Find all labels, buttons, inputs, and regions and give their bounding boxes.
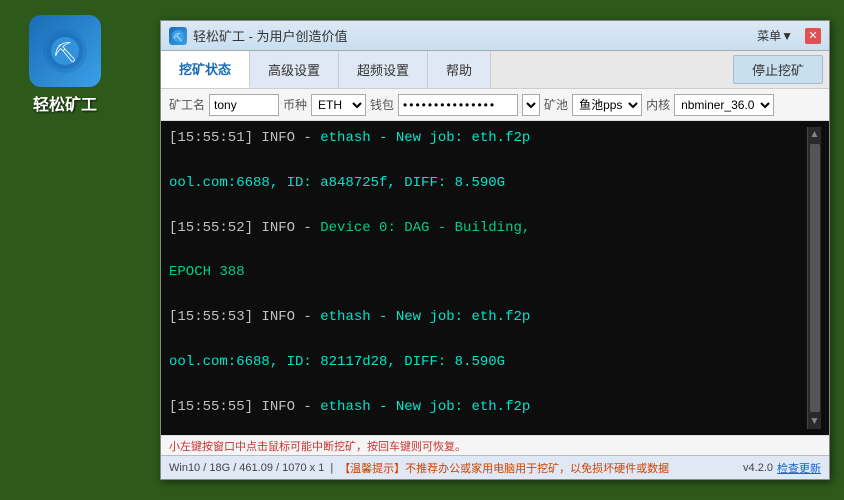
log-line-1b: ool.com:6688, ID: a848725f, DIFF: 8.590G xyxy=(169,172,807,194)
hint-bar: 小左键按窗口中点击鼠标可能中断挖矿，按回车键则可恢复。 xyxy=(161,435,829,455)
miner-label: 矿工名 xyxy=(169,96,205,113)
update-link[interactable]: 检查更新 xyxy=(777,460,821,476)
scrollbar-thumb[interactable] xyxy=(810,144,820,412)
tab-super-settings[interactable]: 超频设置 xyxy=(339,51,428,88)
version: v4.2.0 xyxy=(743,462,773,474)
svg-text:⛏: ⛏ xyxy=(173,33,183,42)
main-window: ⛏ 轻松矿工 - 为用户创造价值 菜单▼ ✕ 挖矿状态 高级设置 超频设置 帮助… xyxy=(160,20,830,480)
close-button[interactable]: ✕ xyxy=(805,28,821,44)
hint-text: 小左键按窗口中点击鼠标可能中断挖矿，按回车键则可恢复。 xyxy=(169,438,466,454)
coin-label: 币种 xyxy=(283,96,307,113)
tab-help[interactable]: 帮助 xyxy=(428,51,491,88)
miner-input[interactable] xyxy=(209,94,279,116)
app-icon-label: 轻松矿工 xyxy=(33,91,97,115)
log-line-2: [15:55:52] INFO - Device 0: DAG - Buildi… xyxy=(169,217,807,239)
menu-button[interactable]: 菜单▼ xyxy=(751,25,799,46)
app-icon: ⛏ xyxy=(29,15,101,87)
wallet-label: 钱包 xyxy=(370,96,394,113)
coin-select[interactable]: ETH xyxy=(311,94,366,116)
stop-mining-button[interactable]: 停止挖矿 xyxy=(733,55,823,84)
log-line-4: [15:55:55] INFO - ethash - New job: eth.… xyxy=(169,396,807,418)
system-info: Win10 / 18G / 461.09 / 1070 x 1 xyxy=(169,462,324,474)
title-controls: 菜单▼ ✕ xyxy=(751,25,821,46)
pool-label: 矿池 xyxy=(544,96,568,113)
title-icon: ⛏ xyxy=(169,27,187,45)
log-line-1: [15:55:51] INFO - ethash - New job: eth.… xyxy=(169,127,807,149)
wallet-select[interactable] xyxy=(522,94,540,116)
kernel-label: 内核 xyxy=(646,96,670,113)
svg-text:⛏: ⛏ xyxy=(52,42,77,64)
nav-area: 挖矿状态 高级设置 超频设置 帮助 停止挖矿 xyxy=(161,51,829,89)
log-line-3: [15:55:53] INFO - ethash - New job: eth.… xyxy=(169,306,807,328)
scrollbar-down[interactable]: ▼ xyxy=(810,416,820,427)
console-scrollbar: ▲ ▼ xyxy=(807,127,821,429)
console-area: [15:55:51] INFO - ethash - New job: eth.… xyxy=(161,121,829,435)
tab-mining-status[interactable]: 挖矿状态 xyxy=(161,51,250,88)
kernel-select[interactable]: nbminer_36.0 xyxy=(674,94,774,116)
title-bar: ⛏ 轻松矿工 - 为用户创造价值 菜单▼ ✕ xyxy=(161,21,829,51)
tab-advanced-settings[interactable]: 高级设置 xyxy=(250,51,339,88)
nav-spacer xyxy=(491,51,727,88)
config-row: 矿工名 币种 ETH 钱包 矿池 鱼池pps+ 内核 nbminer_36.0 xyxy=(161,89,829,121)
window-title: 轻松矿工 - 为用户创造价值 xyxy=(193,26,751,45)
warning-text: 【温馨提示】不推荐办公或家用电脑用于挖矿，以免损坏硬件或数据 xyxy=(339,460,669,476)
wallet-input[interactable] xyxy=(398,94,518,116)
status-bar: Win10 / 18G / 461.09 / 1070 x 1 | 【温馨提示】… xyxy=(161,455,829,479)
status-left: Win10 / 18G / 461.09 / 1070 x 1 | 【温馨提示】… xyxy=(169,460,739,476)
log-line-2b: EPOCH 388 xyxy=(169,261,807,283)
scrollbar-up[interactable]: ▲ xyxy=(810,129,820,140)
app-icon-area: ⛏ 轻松矿工 xyxy=(10,10,120,120)
pool-select[interactable]: 鱼池pps+ xyxy=(572,94,642,116)
console-text: [15:55:51] INFO - ethash - New job: eth.… xyxy=(169,127,807,429)
log-line-3b: ool.com:6688, ID: 82117d28, DIFF: 8.590G xyxy=(169,351,807,373)
